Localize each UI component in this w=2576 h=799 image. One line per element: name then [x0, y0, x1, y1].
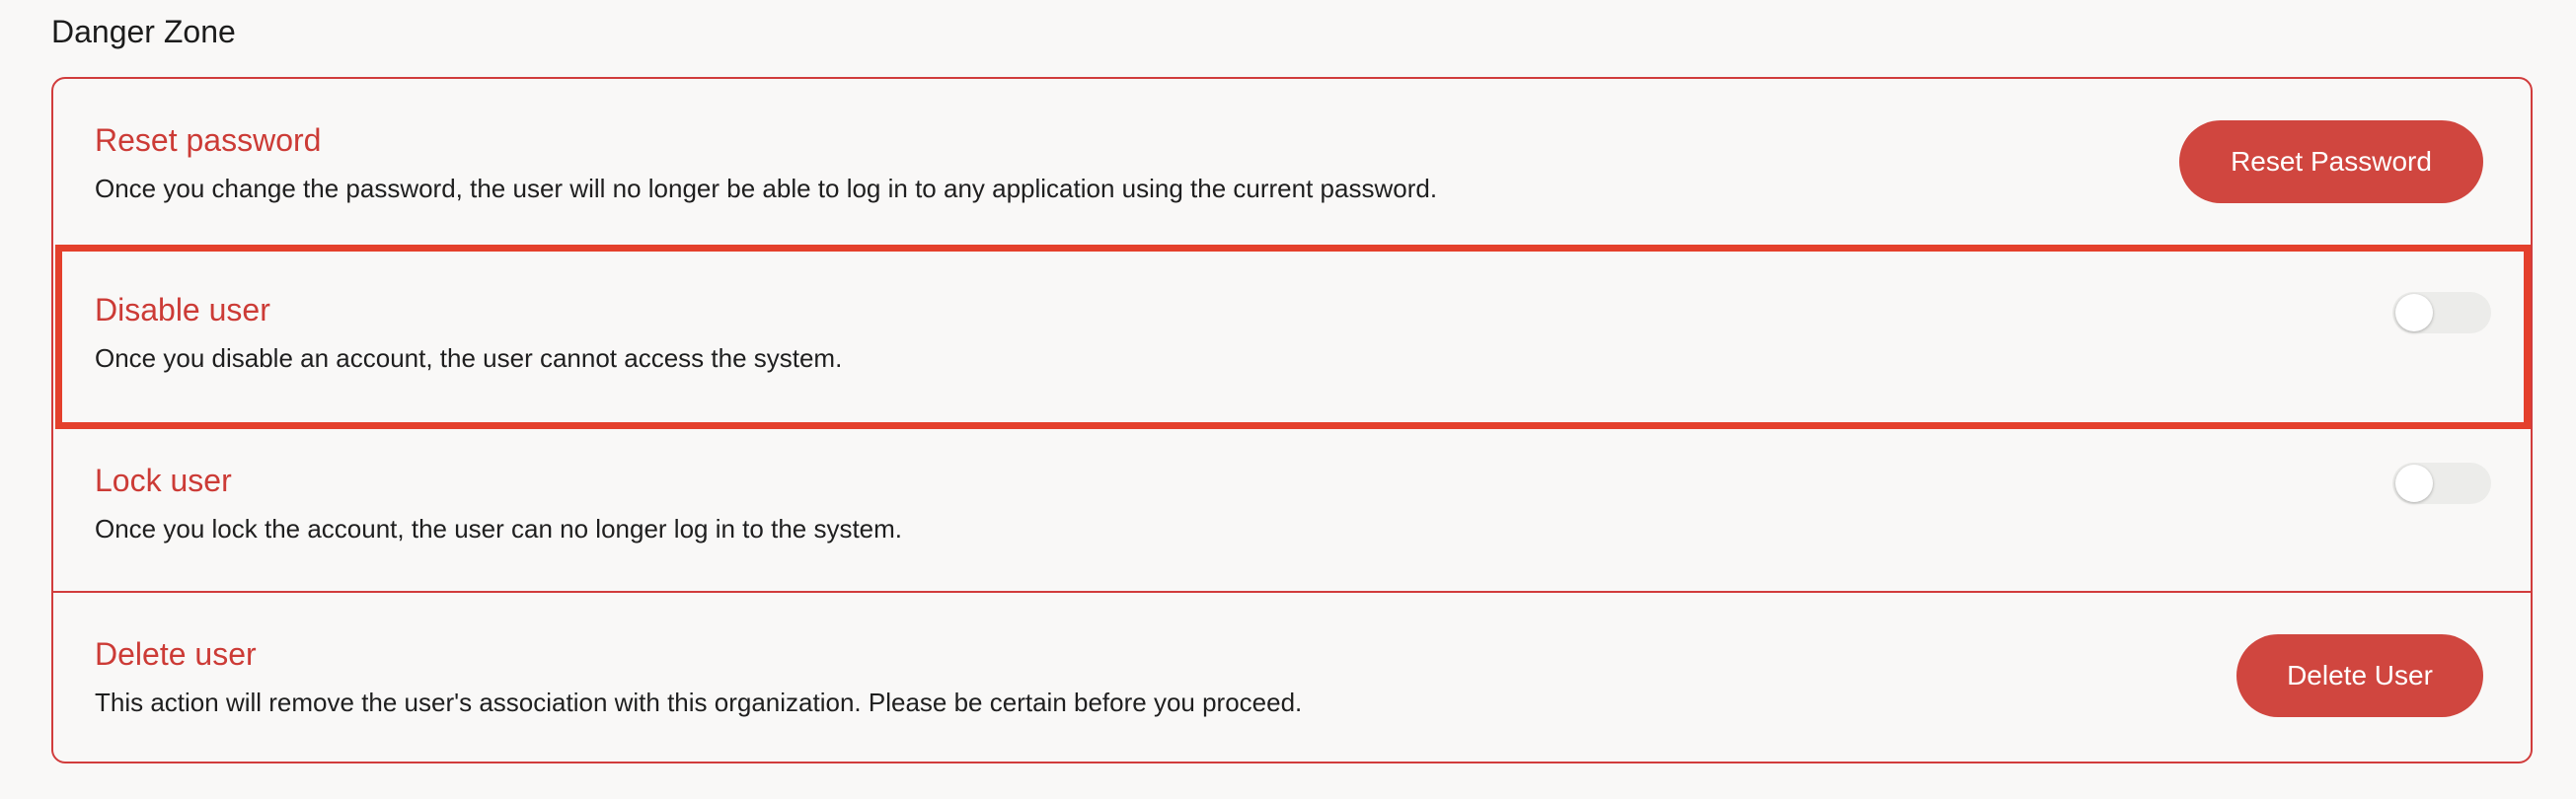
- danger-zone-panel: Reset password Once you change the passw…: [51, 77, 2533, 763]
- disable-user-description: Once you disable an account, the user ca…: [95, 343, 843, 373]
- delete-user-description: This action will remove the user's assoc…: [95, 688, 1303, 717]
- disable-user-title: Disable user: [95, 292, 270, 327]
- reset-password-title: Reset password: [95, 122, 322, 158]
- disable-user-toggle[interactable]: [2392, 292, 2491, 333]
- reset-password-row: Reset password Once you change the passw…: [53, 79, 2531, 247]
- disable-user-row: Disable user Once you disable an account…: [53, 249, 2531, 419]
- toggle-knob: [2395, 294, 2433, 331]
- reset-password-description: Once you change the password, the user w…: [95, 174, 1438, 203]
- delete-user-row: Delete user This action will remove the …: [53, 593, 2531, 763]
- lock-user-title: Lock user: [95, 463, 232, 498]
- lock-user-row: Lock user Once you lock the account, the…: [53, 419, 2531, 591]
- toggle-knob: [2395, 465, 2433, 502]
- lock-user-toggle[interactable]: [2392, 463, 2491, 504]
- danger-zone-page: Danger Zone Reset password Once you chan…: [0, 0, 2576, 799]
- lock-user-description: Once you lock the account, the user can …: [95, 514, 903, 544]
- delete-user-title: Delete user: [95, 636, 257, 672]
- section-title: Danger Zone: [51, 14, 236, 49]
- reset-password-button[interactable]: Reset Password: [2179, 120, 2483, 203]
- delete-user-button[interactable]: Delete User: [2236, 634, 2483, 717]
